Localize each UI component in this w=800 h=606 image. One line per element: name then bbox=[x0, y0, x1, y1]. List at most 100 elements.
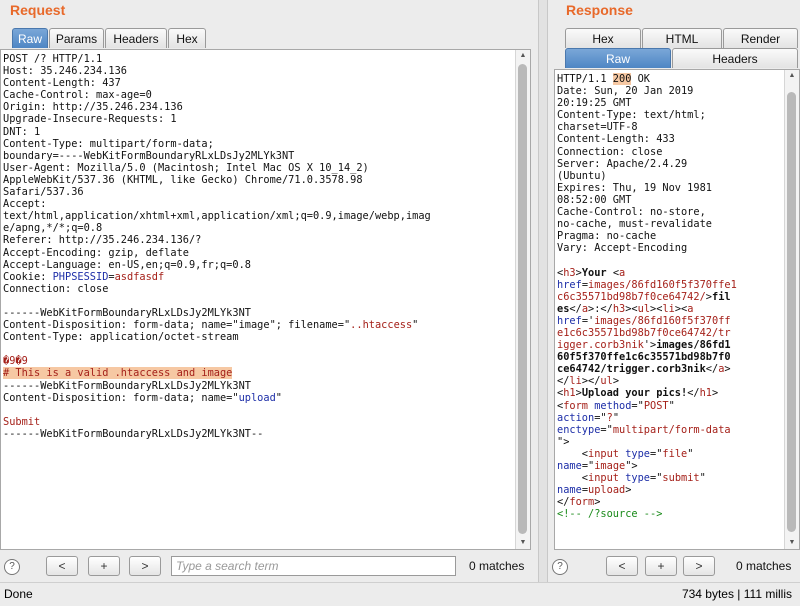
code-token: igger.corb3nik bbox=[557, 339, 644, 352]
code-token: >:</ bbox=[588, 302, 613, 315]
next-button[interactable]: > bbox=[129, 556, 161, 576]
pane-divider[interactable] bbox=[538, 0, 548, 582]
help-icon[interactable]: ? bbox=[4, 559, 20, 575]
code-token: images/86fd160f5f370ffe1 bbox=[588, 278, 737, 291]
code-token: asdfasdf bbox=[114, 270, 165, 283]
scroll-up-icon[interactable]: ▲ bbox=[785, 70, 799, 82]
scroll-up-icon[interactable]: ▲ bbox=[516, 50, 530, 62]
code-token: es bbox=[557, 302, 570, 315]
code-token: OK bbox=[631, 73, 651, 85]
code-token: form bbox=[563, 399, 589, 412]
code-token: Accept-Language: en-US,en;q=0.9,fr;q=0.8 bbox=[3, 258, 251, 271]
code-line: Cache-Control: max-age=0 bbox=[3, 89, 530, 101]
code-token: ce64742/trigger.corb3nik bbox=[557, 363, 706, 376]
code-line: Submit bbox=[3, 416, 530, 428]
code-line: boundary=----WebKitFormBoundaryRLxLDsJy2… bbox=[3, 150, 530, 162]
code-token: action bbox=[557, 411, 595, 424]
code-line: Content-Type: application/octet-stream bbox=[3, 331, 530, 343]
code-token: </ bbox=[687, 387, 700, 400]
code-token: =" bbox=[650, 447, 663, 460]
tab-raw[interactable]: Raw bbox=[565, 48, 671, 68]
code-line: HTTP/1.1 200 OK bbox=[557, 73, 799, 85]
code-token: Expires: Thu, 19 Nov 1981 bbox=[557, 181, 712, 194]
request-editor[interactable]: POST /? HTTP/1.1 Host: 35.246.234.136 Cont… bbox=[0, 49, 531, 550]
search-input[interactable]: Type a search term bbox=[171, 556, 456, 576]
tab-raw[interactable]: Raw bbox=[12, 28, 48, 48]
code-token: file bbox=[662, 447, 688, 460]
code-token: Cookie: bbox=[3, 270, 53, 283]
code-token: Submit bbox=[3, 415, 41, 428]
code-token: Content-Type: multipart/form-data; bbox=[3, 137, 214, 150]
code-token: Content-Disposition: form-data; name=" bbox=[3, 391, 239, 404]
code-token: Content-Length: 437 bbox=[3, 77, 121, 90]
response-editor[interactable]: HTTP/1.1 200 OK Date: Sun, 20 Jan 2019 20:… bbox=[554, 69, 800, 550]
code-token: ------WebKitFormBoundaryRLxLDsJy2MLYk3NT… bbox=[3, 427, 264, 440]
code-line: "> bbox=[557, 436, 799, 448]
code-line: Content-Length: 437 bbox=[3, 77, 530, 89]
code-token: upload bbox=[238, 391, 276, 404]
status-bar: Done 734 bytes | 111 millis bbox=[0, 582, 800, 605]
code-token: Connection: close bbox=[3, 282, 109, 295]
code-token: " bbox=[612, 411, 620, 424]
response-scrollbar[interactable]: ▲ ▼ bbox=[784, 70, 799, 549]
code-token: > bbox=[594, 496, 601, 509]
tab-hex[interactable]: Hex bbox=[565, 28, 641, 48]
scroll-down-icon[interactable]: ▼ bbox=[785, 537, 799, 549]
code-line: Connection: close bbox=[557, 146, 799, 158]
code-token: PHPSESSID bbox=[52, 270, 109, 283]
code-line: Content-Disposition: form-data; name="up… bbox=[3, 392, 530, 404]
code-token: > bbox=[612, 375, 620, 388]
code-token: >< bbox=[625, 302, 638, 315]
scroll-down-icon[interactable]: ▼ bbox=[516, 537, 530, 549]
code-line: <!-- /?source --> bbox=[557, 508, 799, 520]
code-token: ------WebKitFormBoundaryRLxLDsJy2MLYk3NT bbox=[3, 306, 251, 319]
code-line: (Ubuntu) bbox=[557, 170, 799, 182]
tab-hex[interactable]: Hex bbox=[168, 28, 206, 48]
code-token: ul bbox=[600, 375, 613, 388]
code-line: Connection: close bbox=[3, 283, 530, 295]
code-line: Origin: http://35.246.234.136 bbox=[3, 101, 530, 113]
prev-button[interactable]: < bbox=[46, 556, 78, 576]
request-title: Request bbox=[10, 2, 66, 18]
code-line: Content-Length: 433 bbox=[557, 133, 799, 145]
add-button[interactable]: + bbox=[645, 556, 677, 576]
match-count: 0 matches bbox=[736, 559, 792, 573]
code-token: " bbox=[699, 472, 706, 485]
tab-headers[interactable]: Headers bbox=[105, 28, 167, 48]
code-token: < bbox=[557, 447, 588, 460]
code-token: images/86fd1 bbox=[656, 339, 731, 352]
scroll-thumb[interactable] bbox=[518, 64, 527, 534]
response-title: Response bbox=[566, 2, 633, 18]
code-token: href bbox=[557, 278, 582, 291]
code-line: <input type="submit" bbox=[557, 472, 799, 484]
code-token: text/html,application/xhtml+xml,applicat… bbox=[3, 210, 431, 223]
code-line: <h3>Your <a bbox=[557, 267, 799, 279]
code-token: > bbox=[712, 387, 719, 400]
code-token: Accept: bbox=[3, 198, 47, 211]
code-token: DNT: 1 bbox=[3, 125, 41, 138]
tab-params[interactable]: Params bbox=[49, 28, 104, 48]
help-icon[interactable]: ? bbox=[552, 559, 568, 575]
code-line: action="?" bbox=[557, 412, 799, 424]
code-token: " bbox=[275, 391, 282, 404]
code-token: POST bbox=[643, 399, 669, 412]
tab-headers[interactable]: Headers bbox=[672, 48, 798, 68]
request-scrollbar[interactable]: ▲ ▼ bbox=[515, 50, 530, 549]
add-button[interactable]: + bbox=[88, 556, 120, 576]
code-token: ------WebKitFormBoundaryRLxLDsJy2MLYk3NT bbox=[3, 379, 251, 392]
code-line: Content-Type: text/html; bbox=[557, 109, 799, 121]
tab-render[interactable]: Render bbox=[723, 28, 798, 48]
code-line: charset=UTF-8 bbox=[557, 121, 799, 133]
code-line: ce64742/trigger.corb3nik</a> bbox=[557, 363, 799, 375]
code-token: " bbox=[668, 399, 675, 412]
prev-button[interactable]: < bbox=[606, 556, 638, 576]
code-line: <h1>Upload your pics!</h1> bbox=[557, 387, 799, 399]
code-line: Expires: Thu, 19 Nov 1981 bbox=[557, 182, 799, 194]
tab-html[interactable]: HTML bbox=[642, 28, 722, 48]
next-button[interactable]: > bbox=[683, 556, 715, 576]
scroll-thumb[interactable] bbox=[787, 92, 796, 532]
code-token: =" bbox=[650, 472, 663, 485]
code-token: HTTP/1.1 bbox=[557, 73, 613, 85]
code-token: charset=UTF-8 bbox=[557, 121, 638, 134]
